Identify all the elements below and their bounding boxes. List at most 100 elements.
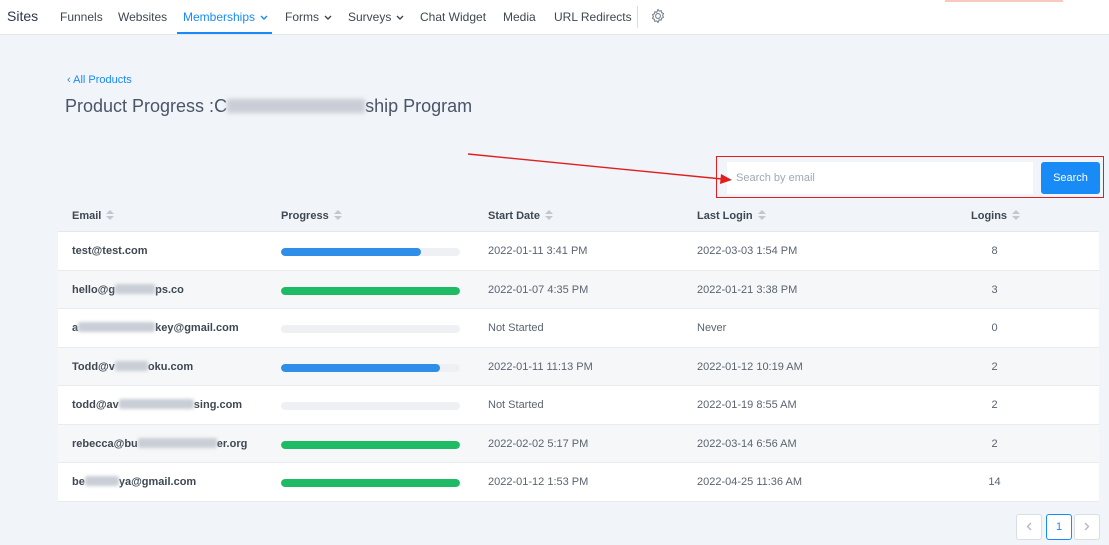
logins-cell: 2 [991,437,998,450]
search-button[interactable]: Search [1041,162,1100,194]
nav-item-url-redirects[interactable]: URL Redirects [554,10,632,24]
nav-item-surveys[interactable]: Surveys [348,10,404,24]
table-row[interactable]: hello@g ps.co 2022-01-07 4:35 PM 2022-01-… [58,270,1099,309]
redacted-text [227,99,366,113]
start-date-cell: 2022-01-07 4:35 PM [488,283,589,296]
chevron-down-icon [396,15,404,20]
column-header-label: Email [72,210,102,222]
last-login-cell: 2022-01-12 10:19 AM [697,360,803,373]
last-login-cell: 2022-03-14 6:56 AM [697,437,797,450]
table-body: test@test.com 2022-01-11 3:41 PM 2022-03… [58,232,1099,502]
email-text: Todd@v [72,360,115,373]
last-login-cell: 2022-01-21 3:38 PM [697,283,798,296]
chevron-down-icon [324,15,332,20]
page-title-suffix: ship Program [365,96,473,116]
email-cell: todd@av sing.com [72,399,242,411]
logins-cell: 14 [988,476,1001,488]
redacted-text [118,399,194,409]
progress-bar [281,286,460,295]
header-edge-element [945,0,1063,2]
email-text: key@gmail.com [155,322,239,334]
page-title-prefix: Product Progress :C [65,96,228,116]
start-date-cell: 2022-02-02 5:17 PM [488,437,589,450]
chevron-left-icon [1026,522,1032,531]
progress-fill [281,248,421,256]
sort-icon [333,210,342,220]
redacted-text [78,322,156,332]
start-date-cell: Not Started [488,399,544,411]
sort-icon [1012,210,1021,220]
pagination-page-1[interactable]: 1 [1046,514,1072,540]
progress-fill [281,479,460,487]
redacted-text [114,360,148,371]
sort-icon [106,210,115,220]
logins-cell: 0 [991,322,998,334]
sort-icon [544,210,553,220]
email-cell: test@test.com [72,245,148,257]
nav-item-websites[interactable]: Websites [118,10,167,24]
progress-fill [281,286,460,295]
email-cell: Todd@v oku.com [72,360,194,373]
all-products-link[interactable]: ‹ All Products [67,74,132,86]
column-header-last-login[interactable]: Last Login [697,210,766,222]
search-email-input[interactable] [727,162,1033,194]
brand-title: Sites [7,8,39,24]
column-header-label: Logins [971,210,1008,222]
gear-icon[interactable] [650,8,666,24]
table-row[interactable]: be ya@gmail.com 2022-01-12 1:53 PM 2022-0… [58,463,1099,502]
email-text: be [72,476,85,488]
nav-item-funnels[interactable]: Funnels [60,10,103,24]
nav-item-chat-widget[interactable]: Chat Widget [420,10,486,24]
table-row[interactable]: rebecca@bu er.org 2022-02-02 5:17 PM 2022… [58,424,1099,463]
last-login-cell: 2022-03-03 1:54 PM [697,245,798,257]
progress-bar [281,325,460,333]
nav-item-forms[interactable]: Forms [285,10,332,24]
email-text: sing.com [193,399,243,411]
column-header-email[interactable]: Email [72,210,115,222]
nav-item-media[interactable]: Media [503,10,536,24]
logins-cell: 8 [991,245,998,257]
column-header-logins[interactable]: Logins [971,210,1021,222]
chevron-right-icon [1084,522,1090,531]
email-text: rebecca@bu [72,437,138,450]
table-row[interactable]: todd@av sing.com Not Started 2022-01-19 8… [58,386,1099,425]
pagination-next-button[interactable] [1074,514,1100,540]
email-text: ps.co [155,283,184,296]
table-header: Email Progress Start Date Last Login Log… [58,200,1099,232]
logins-cell: 3 [991,283,998,296]
chevron-down-icon [260,15,268,20]
nav-item-memberships-label: Memberships [183,10,256,24]
page-title: Product Progress :C ship Program [65,96,472,117]
email-text: oku.com [147,360,194,373]
start-date-cell: 2022-01-11 11:13 PM [488,360,593,373]
last-login-cell: 2022-01-19 8:55 AM [697,399,797,411]
logins-cell: 2 [991,399,998,411]
nav-item-forms-label: Forms [285,10,319,24]
progress-table: Email Progress Start Date Last Login Log… [58,200,1099,502]
progress-fill [281,440,460,449]
column-header-label: Last Login [697,210,753,222]
column-header-label: Start Date [488,210,540,222]
table-row[interactable]: Todd@v oku.com 2022-01-11 11:13 PM 2022-0… [58,347,1099,386]
progress-bar [281,402,460,410]
email-text: test@test.com [72,245,148,257]
email-text: todd@av [72,399,119,411]
column-header-progress[interactable]: Progress [281,210,342,222]
email-cell: be ya@gmail.com [72,476,196,488]
nav-divider [637,6,638,28]
start-date-cell: 2022-01-11 3:41 PM [488,245,588,257]
redacted-text [115,283,156,294]
redacted-text [137,437,217,448]
email-cell: a key@gmail.com [72,322,239,334]
last-login-cell: 2022-04-25 11:36 AM [697,476,802,488]
table-row[interactable]: a key@gmail.com Not Started Never 0 [58,309,1099,348]
column-header-label: Progress [281,210,329,222]
email-text: ya@gmail.com [118,476,197,488]
start-date-cell: 2022-01-12 1:53 PM [488,476,589,488]
pagination-prev-button[interactable] [1016,514,1042,540]
nav-item-surveys-label: Surveys [348,10,392,24]
progress-bar [281,440,460,449]
nav-item-memberships[interactable]: Memberships [183,10,268,24]
column-header-start-date[interactable]: Start Date [488,210,553,222]
table-row[interactable]: test@test.com 2022-01-11 3:41 PM 2022-03… [58,232,1099,271]
